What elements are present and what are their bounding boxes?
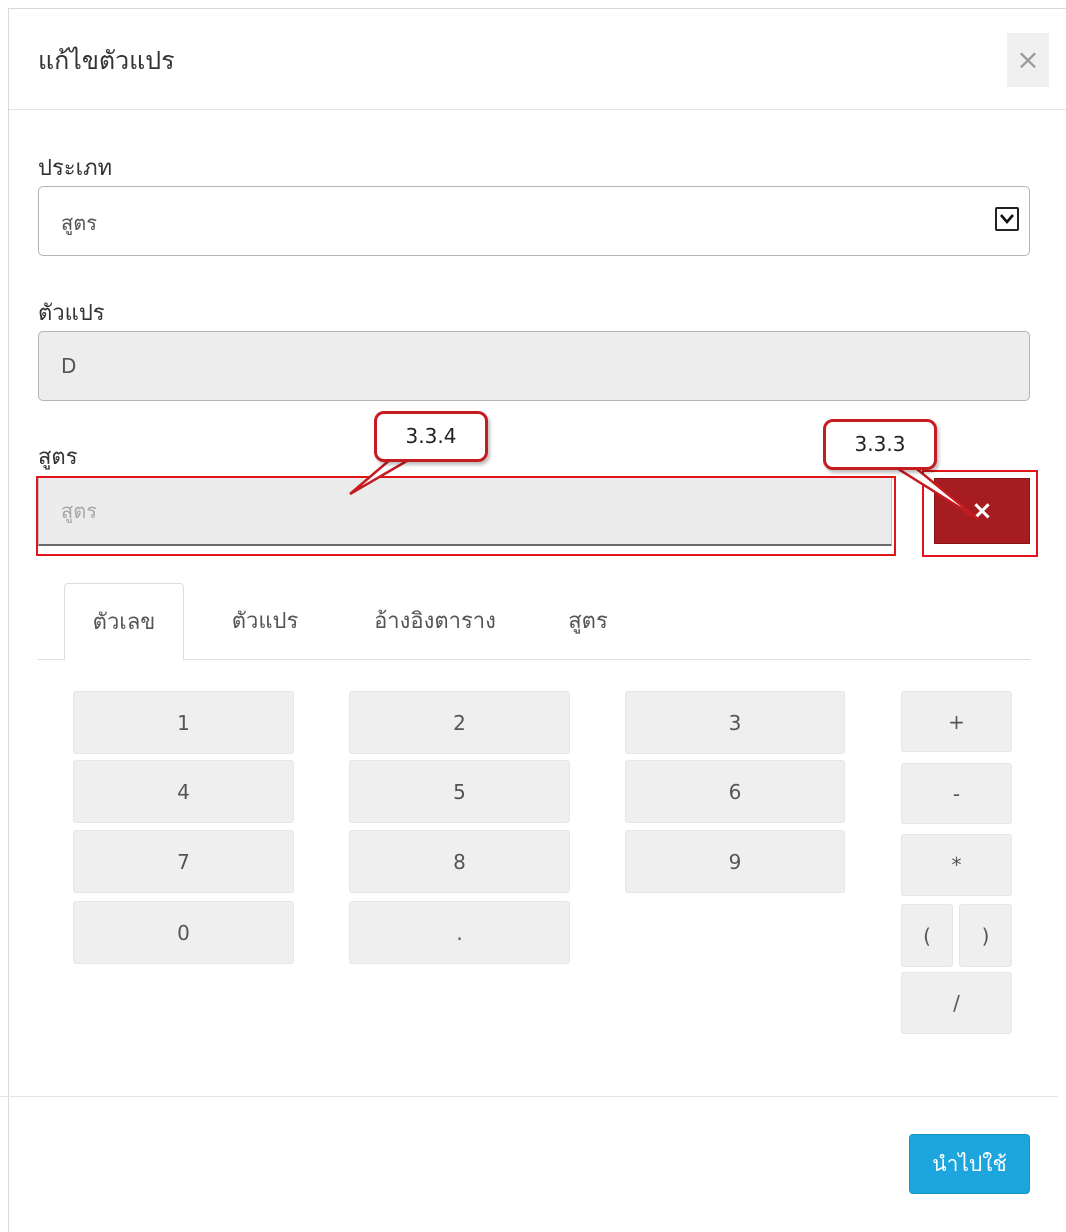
tab-formula[interactable]: สูตร: [548, 583, 628, 660]
key-4[interactable]: 4: [73, 760, 294, 823]
footer-divider: [0, 1096, 1058, 1097]
key-close-paren[interactable]: ): [959, 904, 1012, 967]
formula-label: สูตร: [38, 445, 78, 470]
key-7[interactable]: 7: [73, 830, 294, 893]
key-0[interactable]: 0: [73, 901, 294, 964]
key-5[interactable]: 5: [349, 760, 570, 823]
clear-formula-button[interactable]: ×: [934, 478, 1030, 544]
key-9[interactable]: 9: [625, 830, 845, 893]
input-tabs: ตัวเลข ตัวแปร อ้างอิงตาราง สูตร: [38, 583, 1030, 661]
chevron-down-icon[interactable]: [995, 207, 1019, 231]
variable-field: D: [38, 331, 1030, 401]
key-3[interactable]: 3: [625, 691, 845, 754]
variable-value: D: [61, 354, 77, 378]
key-6[interactable]: 6: [625, 760, 845, 823]
key-1[interactable]: 1: [73, 691, 294, 754]
tab-variables[interactable]: ตัวแปร: [208, 583, 322, 660]
key-minus[interactable]: -: [901, 763, 1012, 824]
dialog-header: แก้ไขตัวแปร ×: [9, 9, 1066, 110]
key-open-paren[interactable]: (: [901, 904, 953, 967]
formula-input[interactable]: [38, 476, 892, 546]
key-decimal[interactable]: .: [349, 901, 570, 964]
callout-formula: 3.3.4: [374, 411, 488, 462]
variable-label: ตัวแปร: [38, 301, 105, 326]
dialog-title: แก้ไขตัวแปร: [38, 46, 175, 75]
callout-clear: 3.3.3: [823, 419, 937, 470]
tab-table-reference[interactable]: อ้างอิงตาราง: [350, 583, 520, 660]
key-plus[interactable]: +: [901, 691, 1012, 752]
close-button[interactable]: ×: [1007, 33, 1049, 87]
key-2[interactable]: 2: [349, 691, 570, 754]
key-divide[interactable]: /: [901, 972, 1012, 1034]
type-label: ประเภท: [38, 156, 113, 181]
apply-button[interactable]: นำไปใช้: [909, 1134, 1030, 1194]
key-8[interactable]: 8: [349, 830, 570, 893]
key-multiply[interactable]: *: [901, 834, 1012, 896]
type-select-value: สูตร: [61, 211, 97, 235]
type-select[interactable]: สูตร: [38, 186, 1030, 256]
tab-numbers[interactable]: ตัวเลข: [64, 583, 184, 661]
